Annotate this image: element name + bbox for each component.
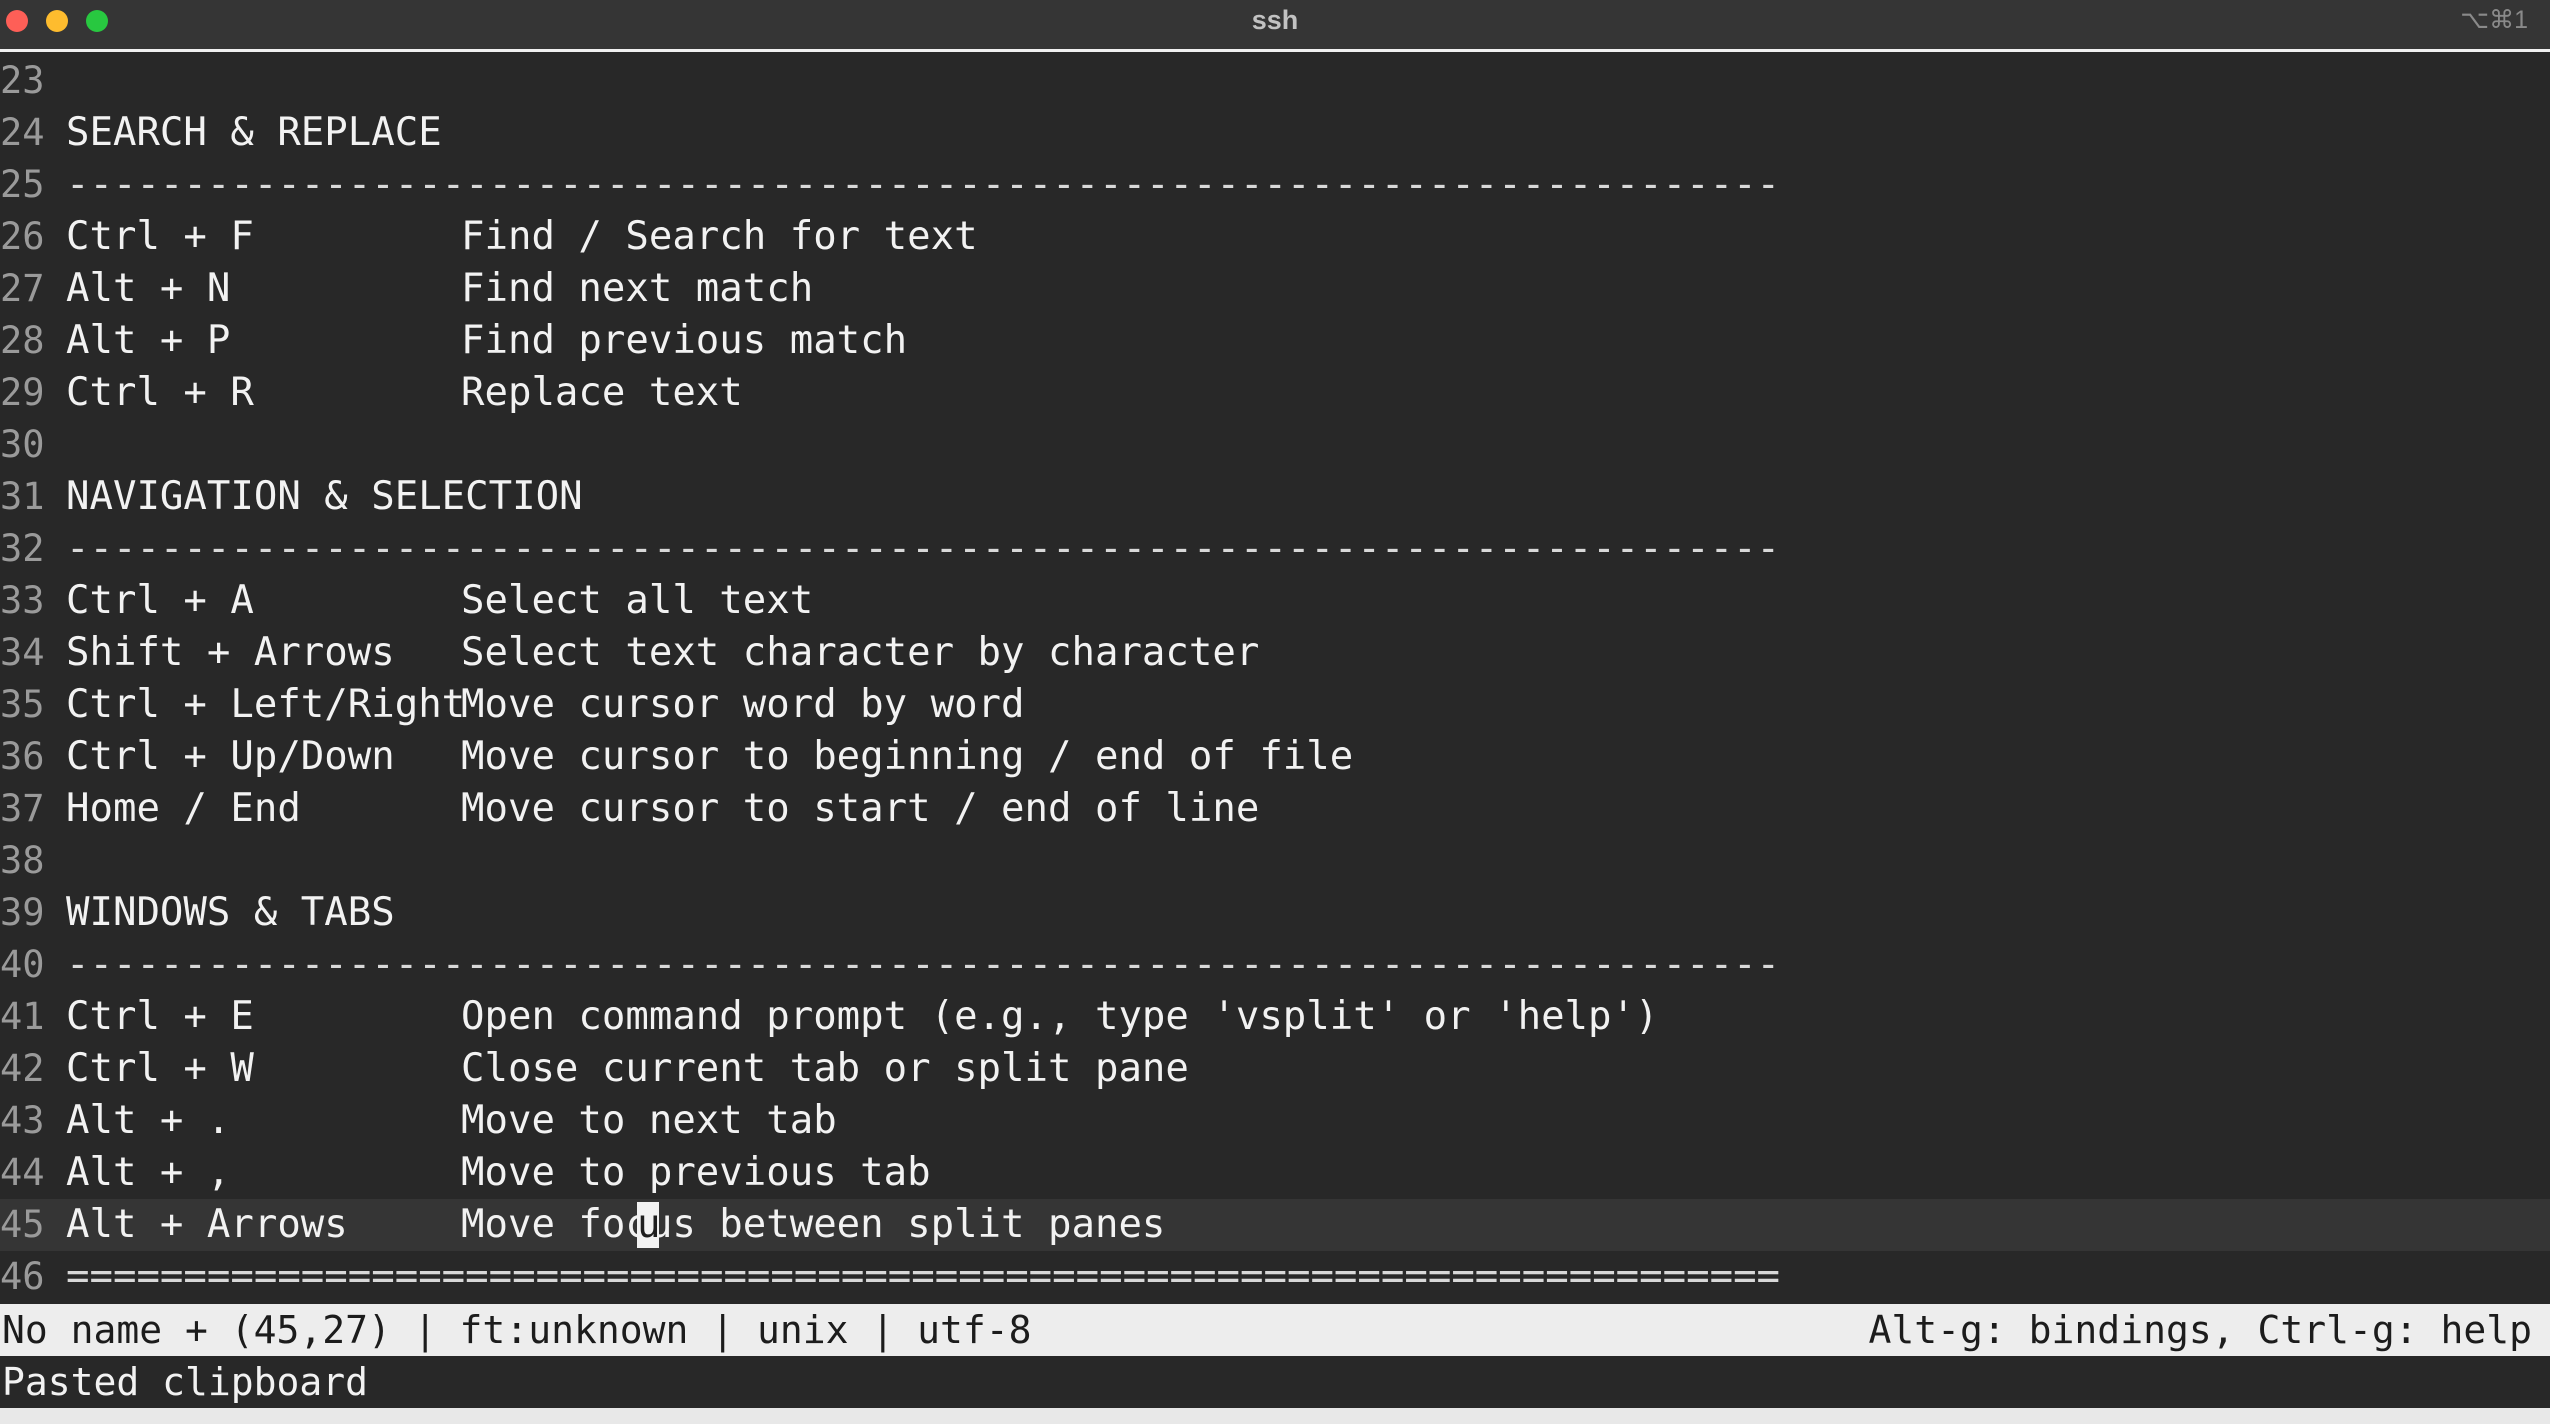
key-combo: Ctrl + W bbox=[66, 1046, 254, 1091]
key-combo: Alt + P bbox=[66, 318, 231, 363]
line-number: 46 bbox=[0, 1255, 45, 1298]
key-combo: Home / End bbox=[66, 786, 301, 831]
key-combo: Ctrl + R bbox=[66, 370, 254, 415]
editor-line[interactable]: 33 Ctrl + A Select all text bbox=[0, 575, 2550, 627]
key-description: Move to previous tab bbox=[461, 1150, 931, 1195]
editor-line[interactable]: 24 SEARCH & REPLACE bbox=[0, 107, 2550, 159]
key-description: Find next match bbox=[461, 266, 814, 311]
line-number: 44 bbox=[0, 1151, 45, 1194]
line-number: 27 bbox=[0, 267, 45, 310]
key-combo: Ctrl + Left/Right bbox=[66, 682, 466, 727]
editor-line[interactable]: 36 Ctrl + Up/Down Move cursor to beginning… bbox=[0, 731, 2550, 783]
line-number: 39 bbox=[0, 891, 45, 934]
key-description: Select all text bbox=[461, 578, 814, 623]
line-number: 40 bbox=[0, 943, 45, 986]
editor-line[interactable]: 38 bbox=[0, 835, 2550, 887]
terminal-window: ssh ⌥⌘1 23 24 SEARCH & REPLACE 25 ----------… bbox=[0, 0, 2550, 1424]
editor-line-current[interactable]: 45 Alt + Arrows Move focus between split p… bbox=[0, 1199, 2550, 1251]
key-description: Move to next tab bbox=[461, 1098, 837, 1143]
line-number: 43 bbox=[0, 1099, 45, 1142]
key-combo: Alt + Arrows bbox=[66, 1202, 348, 1247]
status-file-info: No name + (45,27) | ft:unknown | unix | … bbox=[2, 1308, 1032, 1352]
key-description: Find previous match bbox=[461, 318, 908, 363]
editor-line[interactable]: 37 Home / End Move cursor to start / end o… bbox=[0, 783, 2550, 835]
cursor-character: u bbox=[637, 1202, 661, 1247]
line-number: 37 bbox=[0, 787, 45, 830]
status-help-hint: Alt-g: bindings, Ctrl-g: help bbox=[1868, 1308, 2532, 1352]
key-combo: Alt + N bbox=[66, 266, 231, 311]
key-combo: Alt + , bbox=[66, 1150, 231, 1195]
key-description: Move focus between split panes bbox=[461, 1202, 1166, 1247]
line-number: 30 bbox=[0, 423, 45, 466]
editor-line[interactable]: 34 Shift + Arrows Select text character by… bbox=[0, 627, 2550, 679]
key-combo: Ctrl + E bbox=[66, 994, 254, 1039]
section-divider: ----------------------------------------… bbox=[66, 526, 1781, 571]
key-description: Replace text bbox=[461, 370, 743, 415]
line-number: 31 bbox=[0, 475, 45, 518]
line-number: 36 bbox=[0, 735, 45, 778]
editor-line[interactable]: 39 WINDOWS & TABS bbox=[0, 887, 2550, 939]
key-description: Open command prompt (e.g., type 'vsplit'… bbox=[461, 994, 1659, 1039]
editor-line[interactable]: 40 --------------------------------------… bbox=[0, 939, 2550, 991]
key-combo: Ctrl + Up/Down bbox=[66, 734, 395, 779]
line-number: 23 bbox=[0, 59, 45, 102]
editor-line[interactable]: 44 Alt + , Move to previous tab bbox=[0, 1147, 2550, 1199]
section-divider: ========================================… bbox=[66, 1254, 1781, 1299]
editor-line[interactable]: 29 Ctrl + R Replace text bbox=[0, 367, 2550, 419]
line-number: 25 bbox=[0, 163, 45, 206]
line-number: 38 bbox=[0, 839, 45, 882]
key-combo: Alt + . bbox=[66, 1098, 231, 1143]
editor-line[interactable]: 42 Ctrl + W Close current tab or split pan… bbox=[0, 1043, 2550, 1095]
key-description: Select text character by character bbox=[461, 630, 1260, 675]
section-heading: WINDOWS & TABS bbox=[66, 890, 395, 935]
editor-area[interactable]: 23 24 SEARCH & REPLACE 25 ------------------… bbox=[0, 55, 2550, 1303]
key-description: Find / Search for text bbox=[461, 214, 978, 259]
editor-line[interactable]: 23 bbox=[0, 55, 2550, 107]
editor-line[interactable]: 27 Alt + N Find next match bbox=[0, 263, 2550, 315]
line-number: 29 bbox=[0, 371, 45, 414]
key-combo: Ctrl + F bbox=[66, 214, 254, 259]
editor-line[interactable]: 35 Ctrl + Left/Right Move cursor word by w… bbox=[0, 679, 2550, 731]
editor-line[interactable]: 25 --------------------------------------… bbox=[0, 159, 2550, 211]
window-title: ssh bbox=[1251, 5, 1299, 35]
window-shortcut: ⌥⌘1 bbox=[2460, 6, 2528, 34]
line-number: 26 bbox=[0, 215, 45, 258]
key-description: Move cursor word by word bbox=[461, 682, 1025, 727]
key-combo: Shift + Arrows bbox=[66, 630, 395, 675]
status-message: Pasted clipboard bbox=[2, 1360, 369, 1404]
line-number: 45 bbox=[0, 1203, 45, 1246]
editor-line[interactable]: 28 Alt + P Find previous match bbox=[0, 315, 2550, 367]
editor-line[interactable]: 32 --------------------------------------… bbox=[0, 523, 2550, 575]
key-description: Close current tab or split pane bbox=[461, 1046, 1189, 1091]
line-number: 33 bbox=[0, 579, 45, 622]
editor-line[interactable]: 31 NAVIGATION & SELECTION bbox=[0, 471, 2550, 523]
editor-line[interactable]: 43 Alt + . Move to next tab bbox=[0, 1095, 2550, 1147]
editor-line[interactable]: 46 ======================================… bbox=[0, 1251, 2550, 1303]
editor-line[interactable]: 41 Ctrl + E Open command prompt (e.g., typ… bbox=[0, 991, 2550, 1043]
status-bar: No name + (45,27) | ft:unknown | unix | … bbox=[0, 1304, 2550, 1356]
section-divider: ----------------------------------------… bbox=[66, 942, 1781, 987]
title-bar: ssh ⌥⌘1 bbox=[0, 0, 2550, 52]
line-number: 34 bbox=[0, 631, 45, 674]
section-heading: SEARCH & REPLACE bbox=[66, 110, 442, 155]
line-number: 35 bbox=[0, 683, 45, 726]
section-divider: ----------------------------------------… bbox=[66, 162, 1781, 207]
key-combo: Ctrl + A bbox=[66, 578, 254, 623]
section-heading: NAVIGATION & SELECTION bbox=[66, 474, 583, 519]
key-description: Move cursor to start / end of line bbox=[461, 786, 1260, 831]
window-bottom-edge bbox=[0, 1408, 2550, 1424]
line-number: 42 bbox=[0, 1047, 45, 1090]
line-number: 41 bbox=[0, 995, 45, 1038]
key-description: Move cursor to beginning / end of file bbox=[461, 734, 1354, 779]
editor-line[interactable]: 26 Ctrl + F Find / Search for text bbox=[0, 211, 2550, 263]
line-number: 24 bbox=[0, 111, 45, 154]
editor-line[interactable]: 30 bbox=[0, 419, 2550, 471]
line-number: 32 bbox=[0, 527, 45, 570]
message-bar: Pasted clipboard bbox=[0, 1356, 2550, 1408]
line-number: 28 bbox=[0, 319, 45, 362]
